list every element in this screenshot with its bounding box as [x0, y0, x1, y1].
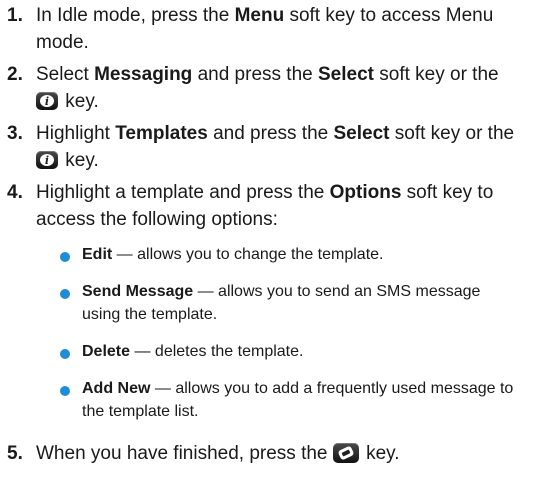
select-key-label: Select: [318, 64, 374, 85]
bullet-icon: [60, 386, 70, 396]
step-text: soft key or the: [389, 123, 515, 144]
templates-label: Templates: [115, 123, 208, 144]
step-text: mode.: [36, 32, 89, 53]
option-term: Add New: [82, 380, 151, 397]
step-text: Highlight: [36, 123, 116, 144]
step-text: Highlight a template and press the: [36, 182, 330, 203]
step-text: access the following options:: [36, 209, 278, 230]
step-text: Select: [36, 64, 95, 85]
messaging-label: Messaging: [94, 64, 193, 85]
step-text: soft key to: [401, 182, 494, 203]
option-desc: using the template.: [82, 306, 218, 323]
option-desc: — deletes the template.: [130, 343, 304, 360]
svg-text:i: i: [45, 154, 49, 167]
info-ok-key-icon: i: [36, 151, 58, 169]
svg-text:i: i: [45, 95, 49, 108]
step-text: soft key to access Menu: [284, 5, 494, 26]
instructions-page: 1. In Idle mode, press the Menu soft key…: [0, 0, 539, 488]
bullet-icon: [60, 349, 70, 359]
bullet-icon: [60, 252, 70, 262]
bullet-icon: [60, 289, 70, 299]
step-number: 1.: [7, 5, 23, 26]
option-term: Send Message: [82, 283, 194, 300]
step-text: and press the: [207, 123, 334, 144]
step-text: When you have finished, press the: [36, 443, 328, 464]
step-number: 2.: [7, 64, 23, 85]
step-text: soft key or the: [373, 64, 499, 85]
step-number: 5.: [7, 443, 23, 464]
step-text: key.: [65, 150, 99, 171]
option-desc: — allows you to change the template.: [112, 246, 384, 263]
step-text: key.: [366, 443, 400, 464]
options-key-label: Options: [329, 182, 402, 203]
info-ok-key-icon: i: [36, 92, 58, 110]
step-text: and press the: [192, 64, 318, 85]
option-term: Delete: [82, 343, 131, 360]
step-text: In Idle mode, press the: [36, 5, 235, 26]
menu-key-label: Menu: [234, 5, 285, 26]
end-key-icon: [332, 443, 359, 463]
option-term: Edit: [82, 246, 113, 263]
step-number: 4.: [7, 182, 23, 203]
step-number: 3.: [7, 123, 23, 144]
option-desc: — allows you to send an SMS message: [193, 283, 481, 300]
option-desc: — allows you to add a frequently used me…: [150, 380, 514, 397]
step-text: key.: [65, 91, 99, 112]
option-desc: the template list.: [82, 403, 199, 420]
select-key-label: Select: [333, 123, 390, 144]
